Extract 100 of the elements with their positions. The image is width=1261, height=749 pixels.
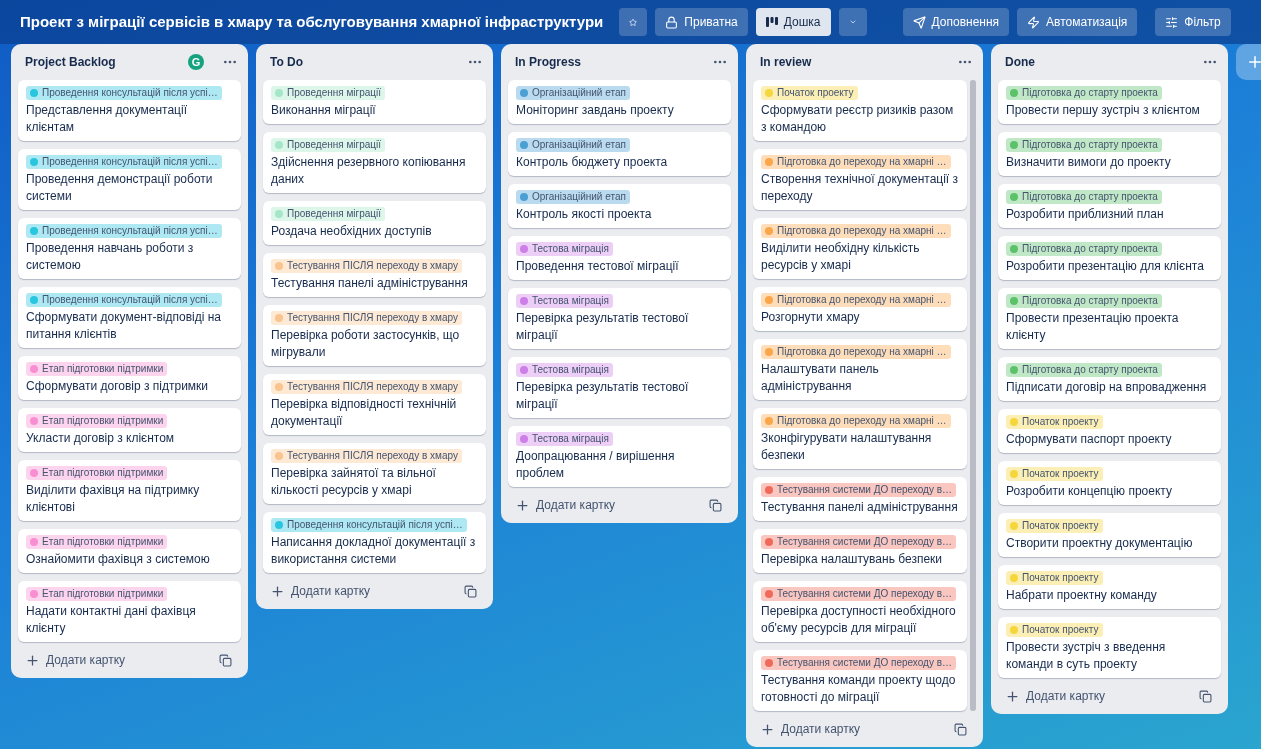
task-card[interactable]: Проведення міграції Виконання міграції xyxy=(263,80,486,124)
task-card[interactable]: Проведення міграції Здійснення резервного копіювання даних xyxy=(263,132,486,193)
template-icon[interactable] xyxy=(1199,689,1212,703)
lightning-icon xyxy=(1027,15,1041,29)
card-title: Підписати договір на впровадження xyxy=(1006,379,1208,396)
card-title: Сформувати реєстр ризиків разом з командою xyxy=(761,102,955,136)
task-card[interactable]: Організаційний етап Контроль бюджету проекта xyxy=(508,132,731,176)
task-card[interactable]: Тестова міграція Перевірка результатів тестової міграції xyxy=(508,357,731,418)
task-card[interactable]: Початок проекту Набрати проектну команду xyxy=(998,565,1221,609)
card-title: Набрати проектну команду xyxy=(1006,587,1158,604)
add-card-button[interactable]: Додати картку xyxy=(1005,687,1199,705)
card-title: Провести презентацію проекта клієнту xyxy=(1006,310,1180,344)
star-button[interactable] xyxy=(619,8,648,36)
task-card[interactable]: Підготовка до переходу на хмарні … Розгорнути хмару xyxy=(753,287,967,331)
power-ups-button[interactable]: Доповнення xyxy=(902,8,1010,36)
card-label: Тестова міграція xyxy=(516,432,613,446)
add-card-button[interactable]: Додати картку xyxy=(270,582,464,600)
card-title: Виконання міграції xyxy=(271,102,377,119)
card-label: Початок проекту xyxy=(1006,571,1103,585)
template-icon[interactable] xyxy=(954,722,967,736)
task-card[interactable]: Етап підготовки підтримки Виділити фахівця на підтримку клієнтові xyxy=(18,460,241,521)
task-card[interactable]: Початок проекту Розробити концепцію проекту xyxy=(998,461,1221,505)
task-card[interactable]: Етап підготовки підтримки Сформувати договір з підтримки xyxy=(18,356,241,400)
plus-icon xyxy=(25,652,40,668)
task-card[interactable]: Підготовка до старту проекта Підписати договір на впровадження xyxy=(998,357,1221,401)
task-card[interactable]: Підготовка до старту проекта Розробити презентацію для клієнта xyxy=(998,236,1221,280)
card-label: Проведення міграції xyxy=(271,207,386,221)
card-label: Підготовка до переходу на хмарні … xyxy=(761,155,951,169)
add-card-button[interactable]: Додати картку xyxy=(760,720,954,738)
task-card[interactable]: Початок проекту Провести зустріч з введення команди в суть проекту xyxy=(998,617,1221,678)
card-title: Перевірка відповідності технічній документації xyxy=(271,396,458,430)
card-label: Етап підготовки підтримки xyxy=(26,535,168,549)
plus-icon xyxy=(1246,53,1261,71)
card-label: Організаційний етап xyxy=(516,86,630,100)
card-label: Етап підготовки підтримки xyxy=(26,362,168,376)
scrollbar[interactable] xyxy=(970,80,976,711)
task-card[interactable]: Етап підготовки підтримки Ознайомити фахівця з системою xyxy=(18,529,241,573)
list-title: To Do xyxy=(270,54,305,71)
visibility-button[interactable]: Приватна xyxy=(655,8,748,36)
task-card[interactable]: Підготовка до старту проекта Визначити вимоги до проекту xyxy=(998,132,1221,176)
task-card[interactable]: Підготовка до переходу на хмарні … Налаштувати панель адміністрування xyxy=(753,339,967,400)
card-label: Проведення консультацій після успі… xyxy=(26,293,222,307)
board-title: Проект з міграції сервісів в хмару та обслуговування хмарної інфраструктури xyxy=(20,11,604,32)
task-card[interactable]: Проведення міграції Роздача необхідних доступів xyxy=(263,201,486,245)
task-card[interactable]: Підготовка до старту проекта Провести першу зустріч з клієнтом xyxy=(998,80,1221,124)
task-card[interactable]: Організаційний етап Моніторинг завдань проекту xyxy=(508,80,731,124)
card-label: Проведення міграції xyxy=(271,86,386,100)
task-card[interactable]: Тестова міграція Доопрацювання / вирішення проблем xyxy=(508,426,731,487)
card-label: Тестування ПІСЛЯ переходу в хмару xyxy=(271,380,462,394)
card-title: Перевірка роботи застосунків, що мігрували xyxy=(271,327,461,361)
task-card[interactable]: Проведення консультацій після успі… Проведення навчань роботи з системою xyxy=(18,218,241,279)
card-label: Тестування системи ДО переходу в… xyxy=(761,656,957,670)
task-card[interactable]: Етап підготовки підтримки Укласти договір з клієнтом xyxy=(18,408,241,452)
card-title: Ознайомити фахівця з системою xyxy=(26,551,211,568)
task-card[interactable]: Тестування ПІСЛЯ переходу в хмару Тестування панелі адміністрування xyxy=(263,253,486,297)
task-card[interactable]: Підготовка до старту проекта Розробити приблизний план xyxy=(998,184,1221,228)
task-card[interactable]: Тестування ПІСЛЯ переходу в хмару Перевірка зайнятої та вільної кількості ресурсів у хмарі xyxy=(263,443,486,504)
task-card[interactable]: Тестування ПІСЛЯ переходу в хмару Перевірка відповідності технічній документації xyxy=(263,374,486,435)
task-card[interactable]: Проведення консультацій після успі… Проведення демонстрації роботи системи xyxy=(18,149,241,210)
card-title: Налаштувати панель адміністрування xyxy=(761,361,880,395)
add-card-button[interactable]: Додати картку xyxy=(515,496,709,514)
task-card[interactable]: Проведення консультацій після успі… Представлення документації клієнтам xyxy=(18,80,241,141)
task-card[interactable]: Тестування ПІСЛЯ переходу в хмару Перевірка роботи застосунків, що мігрували xyxy=(263,305,486,366)
template-icon[interactable] xyxy=(219,653,232,667)
task-card[interactable]: Початок проекту Створити проектну документацію xyxy=(998,513,1221,557)
card-title: Контроль бюджету проекта xyxy=(516,154,669,171)
filter-button[interactable]: Фільтр xyxy=(1155,8,1231,36)
add-card-button[interactable]: Додати картку xyxy=(25,651,219,669)
card-title: Надати контактні дані фахівця клієнту xyxy=(26,603,197,637)
template-icon[interactable] xyxy=(464,584,477,598)
card-title: Роздача необхідних доступів xyxy=(271,223,433,240)
card-label: Підготовка до старту проекта xyxy=(1006,86,1162,100)
task-card[interactable]: Проведення консультацій після успі… Написання докладної документації з використання системи xyxy=(263,512,486,573)
card-label: Підготовка до переходу на хмарні … xyxy=(761,414,951,428)
card-title: Тестування команди проекту щодо готовності до міграції xyxy=(761,672,957,706)
task-card[interactable]: Підготовка до переходу на хмарні … Зконфігурувати налаштування безпеки xyxy=(753,408,967,469)
card-label: Тестова міграція xyxy=(516,242,613,256)
card-title: Тестування панелі адміністрування xyxy=(761,499,959,516)
card-title: Здійснення резервного копіювання даних xyxy=(271,154,467,188)
task-card[interactable]: Підготовка до переходу на хмарні … Створення технічної документації з переходу xyxy=(753,149,967,210)
automation-button[interactable]: Автоматизація xyxy=(1017,8,1138,36)
task-card[interactable]: Тестова міграція Проведення тестової міграції xyxy=(508,236,731,280)
task-card[interactable]: Тестування системи ДО переходу в… Тестування команди проекту щодо готовності до міграції xyxy=(753,650,967,711)
task-card[interactable]: Етап підготовки підтримки Надати контактні дані фахівця клієнту xyxy=(18,581,241,642)
task-card[interactable]: Підготовка до старту проекта Провести презентацію проекта клієнту xyxy=(998,288,1221,349)
board-view-tab[interactable]: Дошка xyxy=(755,8,831,36)
card-title: Представлення документації клієнтам xyxy=(26,102,188,136)
task-card[interactable]: Організаційний етап Контроль якості проекта xyxy=(508,184,731,228)
card-label: Початок проекту xyxy=(1006,519,1103,533)
task-card[interactable]: Тестування системи ДО переходу в… Перевірка доступності необхідного об'єму ресурсів для міграції xyxy=(753,581,967,642)
task-card[interactable]: Тестова міграція Перевірка результатів тестової міграції xyxy=(508,288,731,349)
task-card[interactable]: Підготовка до переходу на хмарні … Виділити необхідну кількість ресурсів у хмарі xyxy=(753,218,967,279)
template-icon[interactable] xyxy=(709,498,722,512)
card-label: Підготовка до старту проекта xyxy=(1006,363,1162,377)
plus-icon xyxy=(760,721,775,737)
task-card[interactable]: Тестування системи ДО переходу в… Перевірка налаштувань безпеки xyxy=(753,529,967,573)
task-card[interactable]: Тестування системи ДО переходу в… Тестування панелі адміністрування xyxy=(753,477,967,521)
task-card[interactable]: Проведення консультацій після успі… Сформувати документ-відповіді на питання клієнтів xyxy=(18,287,241,348)
task-card[interactable]: Початок проекту Сформувати реєстр ризиків разом з командою xyxy=(753,80,967,141)
task-card[interactable]: Початок проекту Сформувати паспорт проекту xyxy=(998,409,1221,453)
